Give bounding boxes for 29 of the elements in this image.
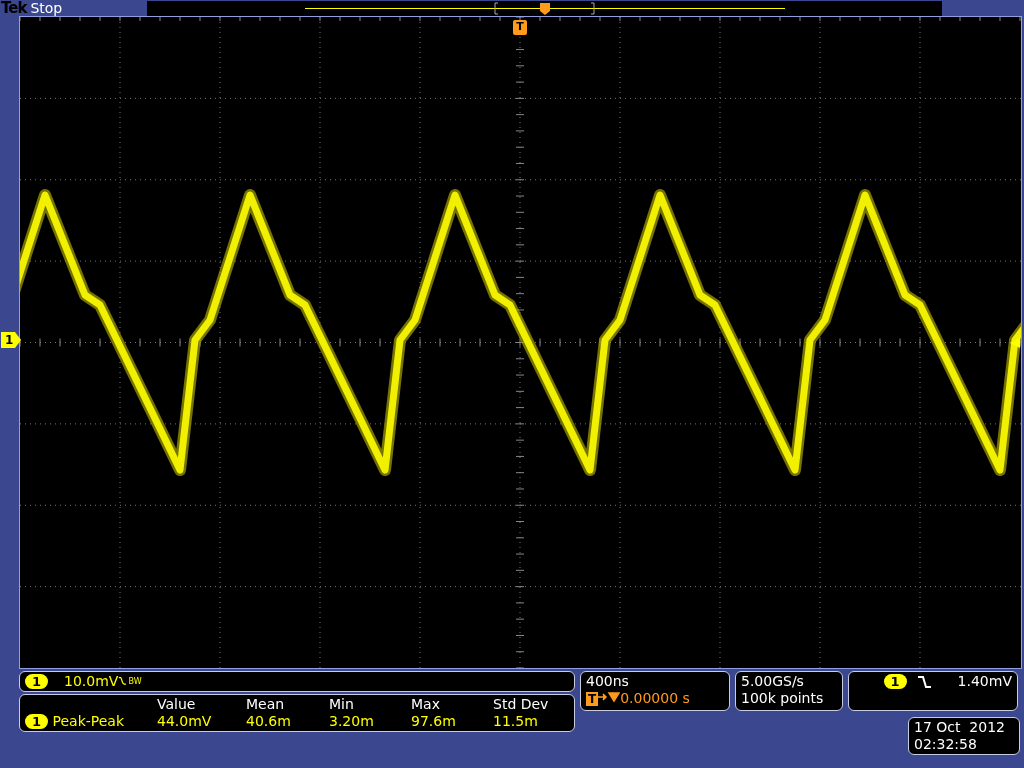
acquisition-status: Stop xyxy=(30,0,64,16)
level-arrow-icon xyxy=(1010,338,1020,348)
column-header: Min xyxy=(329,696,355,713)
trigger-source-badge: 1 xyxy=(883,674,907,689)
column-header: Max xyxy=(411,696,441,713)
column-header: Value xyxy=(157,696,197,713)
time-text: 02:32:58 xyxy=(914,736,978,753)
vertical-scale: 10.0mV BW xyxy=(64,673,142,689)
record-length: 100k points xyxy=(741,690,825,707)
column-header: Std Dev xyxy=(493,696,550,713)
coupling-icon xyxy=(118,676,129,686)
measurement-value: 44.0mV xyxy=(157,713,213,730)
date-text: 17 Oct 2012 xyxy=(914,719,1006,736)
time-scale: 400ns xyxy=(586,673,630,690)
brand-logo: Tek xyxy=(1,0,27,16)
arrow-icon xyxy=(598,691,621,703)
measurement-value: 3.20m xyxy=(329,713,375,730)
trigger-position-badge: T xyxy=(586,692,599,706)
channel-badge: 1 xyxy=(25,674,49,689)
column-header: Mean xyxy=(246,696,286,713)
measurement-value: 40.6m xyxy=(246,713,292,730)
trigger-level: 1.40mV xyxy=(957,673,1012,690)
measurement-value: 11.5m xyxy=(493,713,539,730)
sample-rate: 5.00GS/s xyxy=(741,673,805,690)
measurement-value: 97.6m xyxy=(411,713,457,730)
trigger-marker: T xyxy=(513,20,527,35)
channel-marker: 1 xyxy=(1,332,21,348)
horizontal-position: 0.00000 s xyxy=(620,690,690,706)
measurement-name: 1 Peak-Peak xyxy=(25,713,157,730)
